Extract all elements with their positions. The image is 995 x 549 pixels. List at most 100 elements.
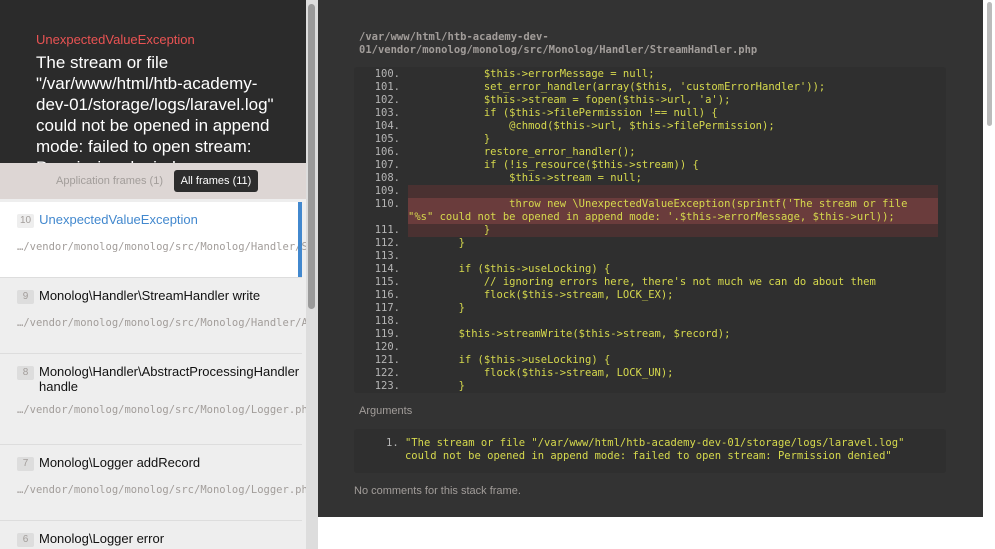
line-number: 106. [374, 146, 400, 158]
frame-index: 9 [17, 290, 34, 304]
line-number: 115. [374, 276, 400, 288]
frame-item[interactable]: 10 UnexpectedValueException …/vendor/mon… [0, 202, 306, 278]
code-line: 108. $this->stream = null; [354, 172, 946, 185]
code-text: } [408, 237, 465, 249]
code-text: } [408, 133, 491, 145]
frame-details-panel: /var/www/html/htb-academy-dev-01/vendor/… [318, 0, 983, 517]
frame-path: …/vendor/monolog/monolog/src/Monolog/Log… [17, 484, 306, 496]
code-text-wrapped: "%s" could not be opened in append mode:… [408, 211, 895, 223]
code-text: restore_error_handler(); [408, 146, 636, 158]
arguments-list: 1. "The stream or file "/var/www/html/ht… [354, 429, 946, 473]
code-line: 109. [354, 185, 946, 198]
line-number: 122. [374, 367, 400, 379]
code-line: 110. throw new \UnexpectedValueException… [354, 198, 946, 211]
page-scroll-thumb[interactable] [987, 2, 992, 126]
frame-title: UnexpectedValueException [39, 212, 198, 227]
line-number: 101. [374, 81, 400, 93]
code-text: } [408, 302, 465, 314]
code-line: 112. } [354, 237, 946, 250]
code-text: $this->errorMessage = null; [408, 68, 655, 80]
code-text: if ($this->useLocking) { [408, 263, 611, 275]
line-number: 118. [374, 315, 400, 327]
tab-application-frames[interactable]: Application frames (1) [49, 170, 170, 192]
code-text: $this->streamWrite($this->stream, $recor… [408, 328, 731, 340]
code-text: $this->stream = fopen($this->url, 'a'); [408, 94, 731, 106]
line-number: 107. [374, 159, 400, 171]
page-scrollbar[interactable] [983, 0, 995, 549]
code-line: 111. } [354, 224, 946, 237]
frame-index: 10 [17, 214, 35, 228]
code-line: 107. if (!is_resource($this->stream)) { [354, 159, 946, 172]
line-number: 117. [374, 302, 400, 314]
frame-item[interactable]: 6 Monolog\Logger error [0, 521, 302, 549]
line-number: 119. [374, 328, 400, 340]
code-line: 105. } [354, 133, 946, 146]
frame-index: 7 [17, 457, 34, 471]
exception-message: The stream or file "/var/www/html/htb-ac… [36, 53, 274, 163]
code-line: 116. flock($this->stream, LOCK_EX); [354, 289, 946, 302]
frame-title: Monolog\Handler\AbstractProcessingHandle… [39, 364, 300, 394]
code-line: 104. @chmod($this->url, $this->filePermi… [354, 120, 946, 133]
code-line: "%s" could not be opened in append mode:… [354, 211, 946, 224]
file-path: /var/www/html/htb-academy-dev-01/vendor/… [359, 31, 758, 56]
code-text: if ($this->useLocking) { [408, 354, 611, 366]
frames-scrollbar[interactable] [306, 0, 318, 549]
frames-list: 10 UnexpectedValueException …/vendor/mon… [0, 202, 306, 549]
code-text: set_error_handler(array($this, 'customEr… [408, 81, 826, 93]
code-text: $this->stream = null; [408, 172, 642, 184]
frame-index: 8 [17, 366, 34, 380]
line-number: 103. [374, 107, 400, 119]
code-line: 118. [354, 315, 946, 328]
argument-item: 1. "The stream or file "/var/www/html/ht… [386, 437, 905, 449]
line-number: 121. [374, 354, 400, 366]
line-number: 100. [374, 68, 400, 80]
code-line: 102. $this->stream = fopen($this->url, '… [354, 94, 946, 107]
code-line: 117. } [354, 302, 946, 315]
frames-panel: UnexpectedValueException The stream or f… [0, 0, 306, 549]
code-line: 122. flock($this->stream, LOCK_UN); [354, 367, 946, 380]
line-number: 105. [374, 133, 400, 145]
line-number: 108. [374, 172, 400, 184]
code-text: flock($this->stream, LOCK_EX); [408, 289, 674, 301]
line-number: 114. [374, 263, 400, 275]
line-number: 113. [374, 250, 400, 262]
line-number: 102. [374, 94, 400, 106]
tab-all-frames[interactable]: All frames (11) [174, 170, 258, 192]
code-text: } [408, 380, 465, 392]
line-number: 109. [374, 185, 400, 197]
comments-area [318, 517, 983, 549]
line-number: 111. [374, 224, 400, 236]
code-line: 123. } [354, 380, 946, 393]
frame-path: …/vendor/monolog/monolog/src/Monolog/Han… [17, 241, 306, 253]
frames-scroll-thumb[interactable] [308, 4, 315, 309]
frame-item[interactable]: 8 Monolog\Handler\AbstractProcessingHand… [0, 354, 306, 445]
code-text: if (!is_resource($this->stream)) { [408, 159, 699, 171]
code-line: 119. $this->streamWrite($this->stream, $… [354, 328, 946, 341]
frame-title: Monolog\Logger addRecord [39, 455, 201, 470]
code-text: flock($this->stream, LOCK_UN); [408, 367, 674, 379]
code-line: 101. set_error_handler(array($this, 'cus… [354, 81, 946, 94]
code-text: if ($this->filePermission !== null) { [408, 107, 718, 119]
frame-path: …/vendor/monolog/monolog/src/Monolog/Han… [17, 317, 306, 329]
line-number: 116. [374, 289, 400, 301]
arguments-label: Arguments [359, 405, 413, 417]
code-text: throw new \UnexpectedValueException(spri… [408, 198, 908, 210]
argument-item-continued: could not be opened in append mode: fail… [404, 450, 892, 462]
comments-text: No comments for this stack frame. [354, 485, 521, 497]
exception-class: UnexpectedValueException [36, 32, 195, 47]
frame-item[interactable]: 7 Monolog\Logger addRecord …/vendor/mono… [0, 445, 306, 521]
frame-path: …/vendor/monolog/monolog/src/Monolog/Log… [17, 404, 306, 416]
code-line: 106. restore_error_handler(); [354, 146, 946, 159]
code-line: 115. // ignoring errors here, there's no… [354, 276, 946, 289]
frame-item[interactable]: 9 Monolog\Handler\StreamHandler write …/… [0, 278, 306, 354]
line-number: 112. [374, 237, 400, 249]
frame-title: Monolog\Handler\StreamHandler write [39, 288, 261, 303]
exception-header: UnexpectedValueException The stream or f… [0, 0, 306, 163]
frame-title: Monolog\Logger error [39, 531, 165, 546]
line-number: 123. [374, 380, 400, 392]
code-line: 100. $this->errorMessage = null; [354, 68, 946, 81]
